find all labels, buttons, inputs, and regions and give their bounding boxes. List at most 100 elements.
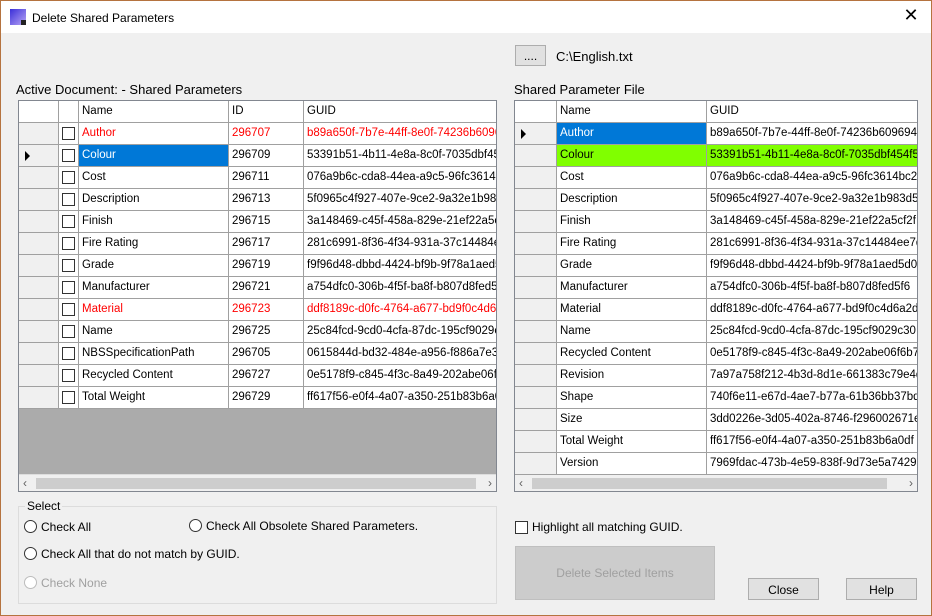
name-cell[interactable]: Material [79, 299, 229, 321]
column-header-guid[interactable]: GUID [707, 101, 917, 123]
row-header[interactable] [19, 233, 59, 255]
table-row[interactable]: Author b89a650f-7b7e-44ff-8e0f-74236b6096… [515, 123, 917, 145]
scroll-left-icon[interactable]: ‹ [519, 476, 523, 490]
table-row[interactable]: Grade 296719 f9f96d48-dbbd-4424-bf9b-9f78a… [19, 255, 496, 277]
table-row[interactable]: Material 296723 ddf8189c-d0fc-4764-a677-bd… [19, 299, 496, 321]
guid-cell[interactable]: 076a9b6c-cda8-44ea-a9c5-96fc3614bc28 [707, 167, 917, 189]
row-header[interactable] [19, 277, 59, 299]
guid-cell[interactable]: ddf8189c-d0fc-4764-a677-bd9f0c4d6a2d [707, 299, 917, 321]
row-header[interactable] [515, 167, 557, 189]
guid-cell[interactable]: 740f6e11-e67d-4ae7-b77a-61b36bb37bde [707, 387, 917, 409]
id-cell[interactable]: 296711 [229, 167, 304, 189]
guid-cell[interactable]: 076a9b6c-cda8-44ea-a9c5-96fc3614b... [304, 167, 496, 189]
name-cell[interactable]: Fire Rating [557, 233, 707, 255]
row-header[interactable] [515, 255, 557, 277]
table-row[interactable]: Cost 076a9b6c-cda8-44ea-a9c5-96fc3614bc28 [515, 167, 917, 189]
checkbox-cell[interactable] [59, 145, 79, 167]
name-cell[interactable]: Total Weight [79, 387, 229, 409]
name-cell[interactable]: Total Weight [557, 431, 707, 453]
table-row[interactable]: Fire Rating 296717 281c6991-8f36-4f34-931a… [19, 233, 496, 255]
row-checkbox[interactable] [62, 149, 75, 162]
table-row[interactable]: Manufacturer 296721 a754dfc0-306b-4f5f-ba8… [19, 277, 496, 299]
name-cell[interactable]: Description [79, 189, 229, 211]
name-cell[interactable]: NBSSpecificationPath [79, 343, 229, 365]
scroll-right-icon[interactable]: › [909, 476, 913, 490]
name-cell[interactable]: Size [557, 409, 707, 431]
row-checkbox[interactable] [62, 369, 75, 382]
row-header[interactable] [515, 387, 557, 409]
check-mismatch-label[interactable]: Check All that do not match by GUID. [41, 547, 240, 561]
guid-cell[interactable]: ff617f56-e0f4-4a07-a350-251b83b6a0df [304, 387, 496, 409]
name-cell[interactable]: Recycled Content [79, 365, 229, 387]
table-row[interactable]: Finish 3a148469-c45f-458a-829e-21ef22a5cf… [515, 211, 917, 233]
row-header[interactable] [515, 321, 557, 343]
row-header[interactable] [515, 453, 557, 475]
row-checkbox[interactable] [62, 347, 75, 360]
guid-cell[interactable]: 25c84fcd-9cd0-4cfa-87dc-195cf9029c30 [707, 321, 917, 343]
name-cell[interactable]: Cost [79, 167, 229, 189]
guid-cell[interactable]: 3a148469-c45f-458a-829e-21ef22a5cf2f [304, 211, 496, 233]
table-row[interactable]: Revision 7a97a758f212-4b3d-8d1e-661383c79… [515, 365, 917, 387]
guid-cell[interactable]: 0e5178f9-c845-4f3c-8a49-202abe06f6... [304, 365, 496, 387]
name-cell[interactable]: Finish [557, 211, 707, 233]
id-cell[interactable]: 296713 [229, 189, 304, 211]
table-row[interactable]: Colour 53391b51-4b11-4e8a-8c0f-7035dbf454… [515, 145, 917, 167]
name-cell[interactable]: Revision [557, 365, 707, 387]
row-header[interactable] [19, 255, 59, 277]
guid-cell[interactable]: 0615844d-bd32-484e-a956-f886a7e3f... [304, 343, 496, 365]
close-button[interactable]: Close [748, 578, 819, 600]
column-header-name[interactable]: Name [557, 101, 707, 123]
row-checkbox[interactable] [62, 325, 75, 338]
row-header[interactable] [515, 431, 557, 453]
checkbox-cell[interactable] [59, 277, 79, 299]
checkbox-cell[interactable] [59, 299, 79, 321]
guid-cell[interactable]: f9f96d48-dbbd-4424-bf9b-9f78a1aed5d0 [707, 255, 917, 277]
horizontal-scrollbar[interactable]: ‹ › [19, 474, 496, 491]
guid-cell[interactable]: 7a97a758f212-4b3d-8d1e-661383c79e4d [707, 365, 917, 387]
check-all-label[interactable]: Check All [41, 520, 91, 534]
name-cell[interactable]: Manufacturer [557, 277, 707, 299]
table-row[interactable]: Version 7969fdac-473b-4e59-838f-9d73e5a74… [515, 453, 917, 475]
table-row[interactable]: Author 296707 b89a650f-7b7e-44ff-8e0f-7423… [19, 123, 496, 145]
id-cell[interactable]: 296729 [229, 387, 304, 409]
name-cell[interactable]: Grade [557, 255, 707, 277]
row-header[interactable] [515, 277, 557, 299]
row-header[interactable] [515, 233, 557, 255]
row-header[interactable] [515, 145, 557, 167]
guid-cell[interactable]: ddf8189c-d0fc-4764-a677-bd9f0c4d6a... [304, 299, 496, 321]
row-checkbox[interactable] [62, 303, 75, 316]
table-row[interactable]: Total Weight ff617f56-e0f4-4a07-a350-251b… [515, 431, 917, 453]
id-cell[interactable]: 296721 [229, 277, 304, 299]
checkbox-cell[interactable] [59, 343, 79, 365]
guid-cell[interactable]: 3a148469-c45f-458a-829e-21ef22a5cf2f [707, 211, 917, 233]
check-obsolete-label[interactable]: Check All Obsolete Shared Parameters. [206, 519, 418, 533]
guid-cell[interactable]: 281c6991-8f36-4f34-931a-37c14484e... [304, 233, 496, 255]
scroll-left-icon[interactable]: ‹ [23, 476, 27, 490]
name-cell[interactable]: Name [79, 321, 229, 343]
row-header[interactable] [515, 189, 557, 211]
row-header[interactable] [19, 189, 59, 211]
id-cell[interactable]: 296715 [229, 211, 304, 233]
guid-cell[interactable]: a754dfc0-306b-4f5f-ba8f-b807d8fed5f6 [707, 277, 917, 299]
row-header[interactable] [19, 321, 59, 343]
check-obsolete-radio[interactable] [189, 519, 202, 532]
name-cell[interactable]: Recycled Content [557, 343, 707, 365]
name-cell[interactable]: Grade [79, 255, 229, 277]
checkbox-cell[interactable] [59, 123, 79, 145]
guid-cell[interactable]: b89a650f-7b7e-44ff-8e0f-74236b609694 [304, 123, 496, 145]
column-header-name[interactable]: Name [79, 101, 229, 123]
browse-button[interactable]: .... [515, 45, 546, 66]
row-checkbox[interactable] [62, 193, 75, 206]
table-row[interactable]: Size 3dd0226e-3d05-402a-8746-f296002671e6 [515, 409, 917, 431]
id-cell[interactable]: 296725 [229, 321, 304, 343]
guid-cell[interactable]: ff617f56-e0f4-4a07-a350-251b83b6a0df [707, 431, 917, 453]
row-header[interactable] [515, 211, 557, 233]
row-header[interactable] [19, 365, 59, 387]
row-header[interactable] [19, 167, 59, 189]
row-checkbox[interactable] [62, 391, 75, 404]
guid-cell[interactable]: a754dfc0-306b-4f5f-ba8f-b807d8fed5f6 [304, 277, 496, 299]
table-row[interactable]: Fire Rating 281c6991-8f36-4f34-931a-37c14… [515, 233, 917, 255]
table-row[interactable]: Total Weight 296729 ff617f56-e0f4-4a07-a35… [19, 387, 496, 409]
row-checkbox[interactable] [62, 259, 75, 272]
table-row[interactable]: Finish 296715 3a148469-c45f-458a-829e-21ef… [19, 211, 496, 233]
